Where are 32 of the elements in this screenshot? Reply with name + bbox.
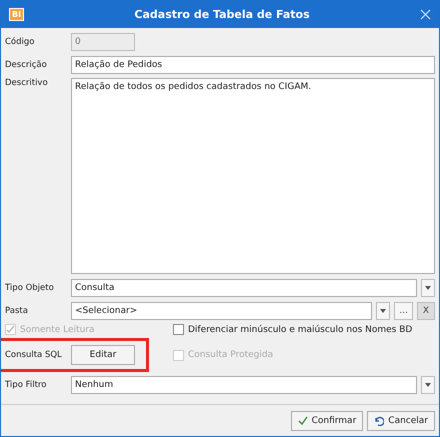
caret-icon (425, 382, 431, 386)
field-label: Descrição (5, 60, 48, 70)
undo-icon (374, 416, 384, 426)
folder-field[interactable]: <Selecionar> (71, 302, 372, 320)
clear-button[interactable]: X (417, 302, 435, 320)
filter-type-field[interactable]: Nenhum (71, 376, 417, 394)
edit-button[interactable]: Editar (71, 345, 135, 365)
field-label: Tipo Objeto (5, 282, 55, 292)
checkbox-label: Consulta Protegida (188, 350, 274, 360)
description-field[interactable]: Relação de Pedidos (71, 56, 435, 74)
confirm-button[interactable]: Confirmar (290, 410, 364, 430)
details-textarea[interactable]: Relação de todos os pedidos cadastrados no CIGAM. (71, 78, 435, 274)
close-icon[interactable] (420, 9, 431, 20)
check-icon (298, 416, 308, 426)
caret-icon (380, 308, 386, 312)
dropdown-button[interactable] (421, 376, 435, 394)
cancel-button[interactable]: Cancelar (367, 410, 435, 430)
window-title: Cadastro de Tabela de Fatos (133, 8, 311, 21)
field-label: Pasta (5, 306, 29, 316)
field-label: Consulta SQL (5, 350, 63, 360)
dropdown-button[interactable] (376, 302, 390, 320)
caret-icon (425, 286, 431, 290)
checkbox[interactable] (173, 324, 184, 335)
field-label: Descritivo (5, 78, 49, 88)
browse-button[interactable]: ... (394, 302, 413, 320)
checkbox-label: Diferenciar minúsculo e maiúsculo nos Nomes BD (188, 324, 412, 334)
app-logo-icon: BI (9, 8, 24, 21)
checkbox-label: Somente Leitura (20, 324, 94, 334)
dropdown-button[interactable] (421, 278, 435, 296)
field-label: Código (5, 36, 36, 46)
object-type-field[interactable]: Consulta (71, 278, 417, 296)
field-label: Tipo Filtro (5, 380, 48, 390)
